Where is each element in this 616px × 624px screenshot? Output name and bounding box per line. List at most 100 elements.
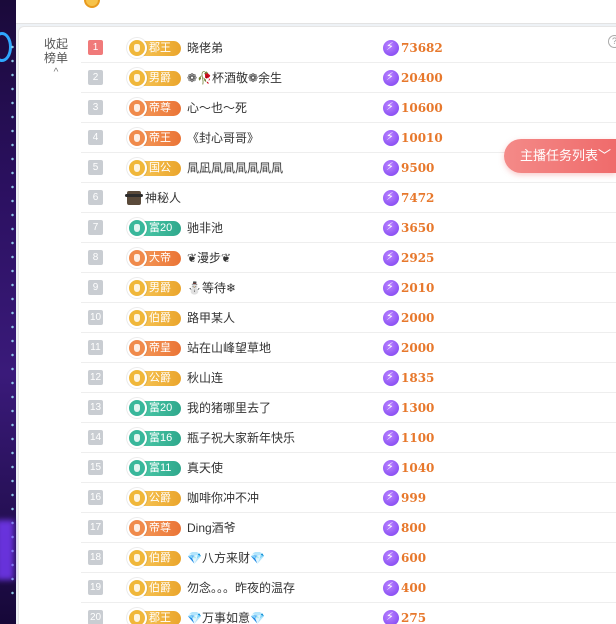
rank-number: 5 <box>88 160 103 175</box>
level-badge: 富20 <box>127 217 181 238</box>
user-name[interactable]: 晓佬弟 <box>187 39 223 56</box>
contribution-score: 2010 <box>383 280 434 296</box>
user-name[interactable]: 站在山峰望草地 <box>187 339 271 356</box>
level-medal-icon <box>127 577 147 598</box>
ranking-row[interactable]: 2 男爵 ❁🥀杯酒敬❁余生 20400 <box>81 63 616 93</box>
rank-number: 18 <box>88 550 103 565</box>
rank-number: 10 <box>88 310 103 325</box>
contribution-score: 275 <box>383 610 426 624</box>
level-badge: 帝皇 <box>127 337 181 358</box>
level-medal-icon <box>127 97 147 118</box>
ranking-row[interactable]: 7 富20 驰非池 3650 <box>81 213 616 243</box>
level-medal-icon <box>127 307 147 328</box>
level-badge: 郡王 <box>127 607 181 624</box>
level-badge: 男爵 <box>127 67 181 88</box>
ranking-row[interactable]: 6 神秘人 7472 <box>81 183 616 213</box>
ranking-row[interactable]: 10 伯爵路甲某人 2000 <box>81 303 616 333</box>
user-name[interactable]: 💎八方来财💎 <box>187 549 265 566</box>
ranking-row[interactable]: 17 帝尊 Ding酒爷 800 <box>81 513 616 543</box>
lightning-icon <box>383 580 399 596</box>
user-name[interactable]: 我的猪哪里去了 <box>187 399 271 416</box>
user-name[interactable]: ❦漫步❦ <box>187 249 231 266</box>
rank-number: 8 <box>88 250 103 265</box>
ranking-row[interactable]: 20 郡王 💎万事如意💎 275 <box>81 603 616 624</box>
level-badge: 公爵 <box>127 487 181 508</box>
user-name[interactable]: 瓶子祝大家新年快乐 <box>187 429 295 446</box>
contribution-score: 2000 <box>383 340 434 356</box>
score-value: 2925 <box>401 251 435 265</box>
user-name[interactable]: 秋山连 <box>187 369 223 386</box>
stage: 庆 收起 榜单 ^ ? 1郡王晓佬弟736822男爵❁🥀杯酒敬❁余生204003… <box>0 0 616 624</box>
user-name[interactable]: 凬凪凬凬凬凬凬凬 <box>187 159 283 176</box>
lightning-icon <box>383 310 399 326</box>
streamer-task-list-button[interactable]: 主播任务列表﹀ <box>504 139 616 173</box>
ranking-row[interactable]: 16 公爵咖啡你冲不冲 999 <box>81 483 616 513</box>
level-badge: 国公 <box>127 157 181 178</box>
top-header: 庆 <box>0 0 616 24</box>
user-name[interactable]: 《封心哥哥》 <box>187 129 259 146</box>
user-name[interactable]: ❁🥀杯酒敬❁余生 <box>187 69 282 86</box>
level-badge: 富20 <box>127 397 181 418</box>
user-name[interactable]: 真天使 <box>187 459 223 476</box>
lightning-icon <box>383 130 399 146</box>
user-name[interactable]: 💎万事如意💎 <box>187 609 265 624</box>
score-value: 2000 <box>401 311 435 325</box>
user-name[interactable]: 路甲某人 <box>187 309 235 326</box>
mystery-user-icon <box>125 190 143 205</box>
user-name[interactable]: ⛄等待❄ <box>187 279 236 296</box>
level-badge: 帝尊 <box>127 517 181 538</box>
rank-number: 2 <box>88 70 103 85</box>
ranking-row[interactable]: 3 帝尊心～也～死 10600 <box>81 93 616 123</box>
lightning-icon <box>383 70 399 86</box>
user-name[interactable]: 心～也～死 <box>187 99 247 116</box>
score-value: 999 <box>401 491 427 505</box>
collapse-ranking-button[interactable]: 收起 榜单 ^ <box>41 37 71 80</box>
score-value: 2010 <box>401 281 435 295</box>
score-value: 275 <box>401 611 427 624</box>
ranking-row[interactable]: 1 郡王晓佬弟 73682 <box>81 33 616 63</box>
task-button-label: 主播任务列表 <box>520 148 599 163</box>
ranking-row[interactable]: 11 帝皇站在山峰望草地 2000 <box>81 333 616 363</box>
ranking-row[interactable]: 14 富16 瓶子祝大家新年快乐 1100 <box>81 423 616 453</box>
top-badge-icon[interactable] <box>84 0 100 8</box>
light-dots-decoration <box>11 40 14 600</box>
ranking-row[interactable]: 19 伯爵勿念。。。昨夜的温存 400 <box>81 573 616 603</box>
level-medal-icon <box>127 337 147 358</box>
rank-number: 17 <box>88 520 103 535</box>
contribution-score: 20400 <box>383 70 443 86</box>
level-medal-icon <box>127 517 147 538</box>
level-medal-icon <box>127 247 147 268</box>
user-name[interactable]: 驰非池 <box>187 219 223 236</box>
rank-number: 19 <box>88 580 103 595</box>
level-badge: 男爵 <box>127 277 181 298</box>
user-name[interactable]: 神秘人 <box>145 189 181 206</box>
rank-number: 12 <box>88 370 103 385</box>
rank-number: 16 <box>88 490 103 505</box>
level-badge: 帝尊 <box>127 97 181 118</box>
ranking-row[interactable]: 18 伯爵 💎八方来财💎 600 <box>81 543 616 573</box>
ranking-row[interactable]: 15 富11 真天使 1040 <box>81 453 616 483</box>
ranking-row[interactable]: 8 大帝 ❦漫步❦ 2925 <box>81 243 616 273</box>
contribution-score: 600 <box>383 550 426 566</box>
contribution-score: 10600 <box>383 100 443 116</box>
rank-number: 1 <box>88 40 103 55</box>
level-badge: 大帝 <box>127 247 181 268</box>
user-name[interactable]: 咖啡你冲不冲 <box>187 489 259 506</box>
level-medal-icon <box>127 397 147 418</box>
user-name[interactable]: 勿念。。。昨夜的温存 <box>187 579 295 596</box>
score-value: 800 <box>401 521 427 535</box>
ranking-row[interactable]: 12 公爵秋山连 1835 <box>81 363 616 393</box>
score-value: 400 <box>401 581 427 595</box>
score-value: 600 <box>401 551 427 565</box>
rank-number: 9 <box>88 280 103 295</box>
level-medal-icon <box>127 127 147 148</box>
ranking-row[interactable]: 13 富20 我的猪哪里去了 1300 <box>81 393 616 423</box>
ranking-list: 1郡王晓佬弟736822男爵❁🥀杯酒敬❁余生204003帝尊心～也～死10600… <box>81 33 616 624</box>
ranking-row[interactable]: 9 男爵 ⛄等待❄ 2010 <box>81 273 616 303</box>
ranking-panel: 收起 榜单 ^ ? 1郡王晓佬弟736822男爵❁🥀杯酒敬❁余生204003帝尊… <box>18 26 616 624</box>
contribution-score: 1040 <box>383 460 434 476</box>
user-name[interactable]: Ding酒爷 <box>187 519 236 536</box>
collapse-label-line1: 收起 <box>43 37 68 51</box>
level-badge: 伯爵 <box>127 577 181 598</box>
level-badge: 郡王 <box>127 37 181 58</box>
